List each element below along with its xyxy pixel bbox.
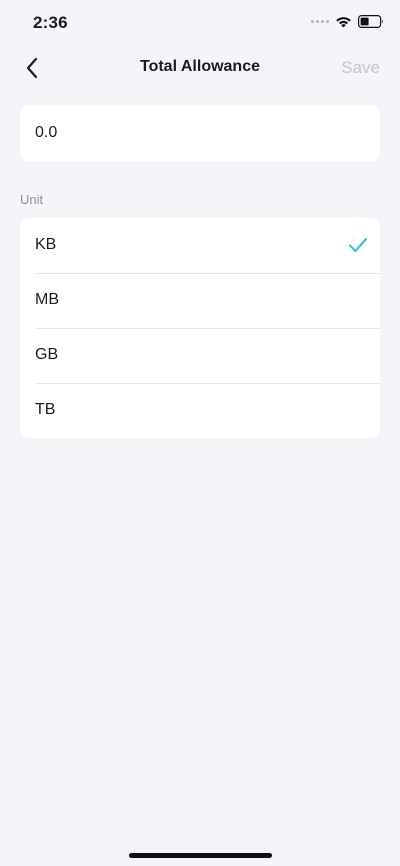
status-bar: 2:36 <box>0 0 400 46</box>
status-time: 2:36 <box>33 13 68 32</box>
unit-option-kb[interactable]: KB <box>20 218 380 273</box>
unit-option-label: MB <box>35 291 59 308</box>
allowance-value-card <box>20 105 380 161</box>
wifi-icon <box>336 16 351 27</box>
cellular-signal-icon <box>311 20 329 23</box>
status-icons <box>311 15 384 28</box>
unit-option-list: KB MB GB TB <box>20 218 380 438</box>
unit-option-tb[interactable]: TB <box>20 383 380 438</box>
allowance-value-input[interactable] <box>35 105 355 161</box>
unit-option-label: TB <box>35 401 56 418</box>
unit-option-gb[interactable]: GB <box>20 328 380 383</box>
unit-section-label: Unit <box>20 192 44 207</box>
unit-option-mb[interactable]: MB <box>20 273 380 328</box>
battery-icon <box>358 15 383 28</box>
unit-option-label: GB <box>35 346 59 363</box>
checkmark-icon <box>348 237 368 253</box>
save-button[interactable]: Save <box>341 58 380 78</box>
unit-option-label: KB <box>35 236 57 253</box>
navigation-bar: Total Allowance Save <box>0 46 400 90</box>
page-title: Total Allowance <box>139 58 260 75</box>
home-indicator <box>129 853 272 858</box>
